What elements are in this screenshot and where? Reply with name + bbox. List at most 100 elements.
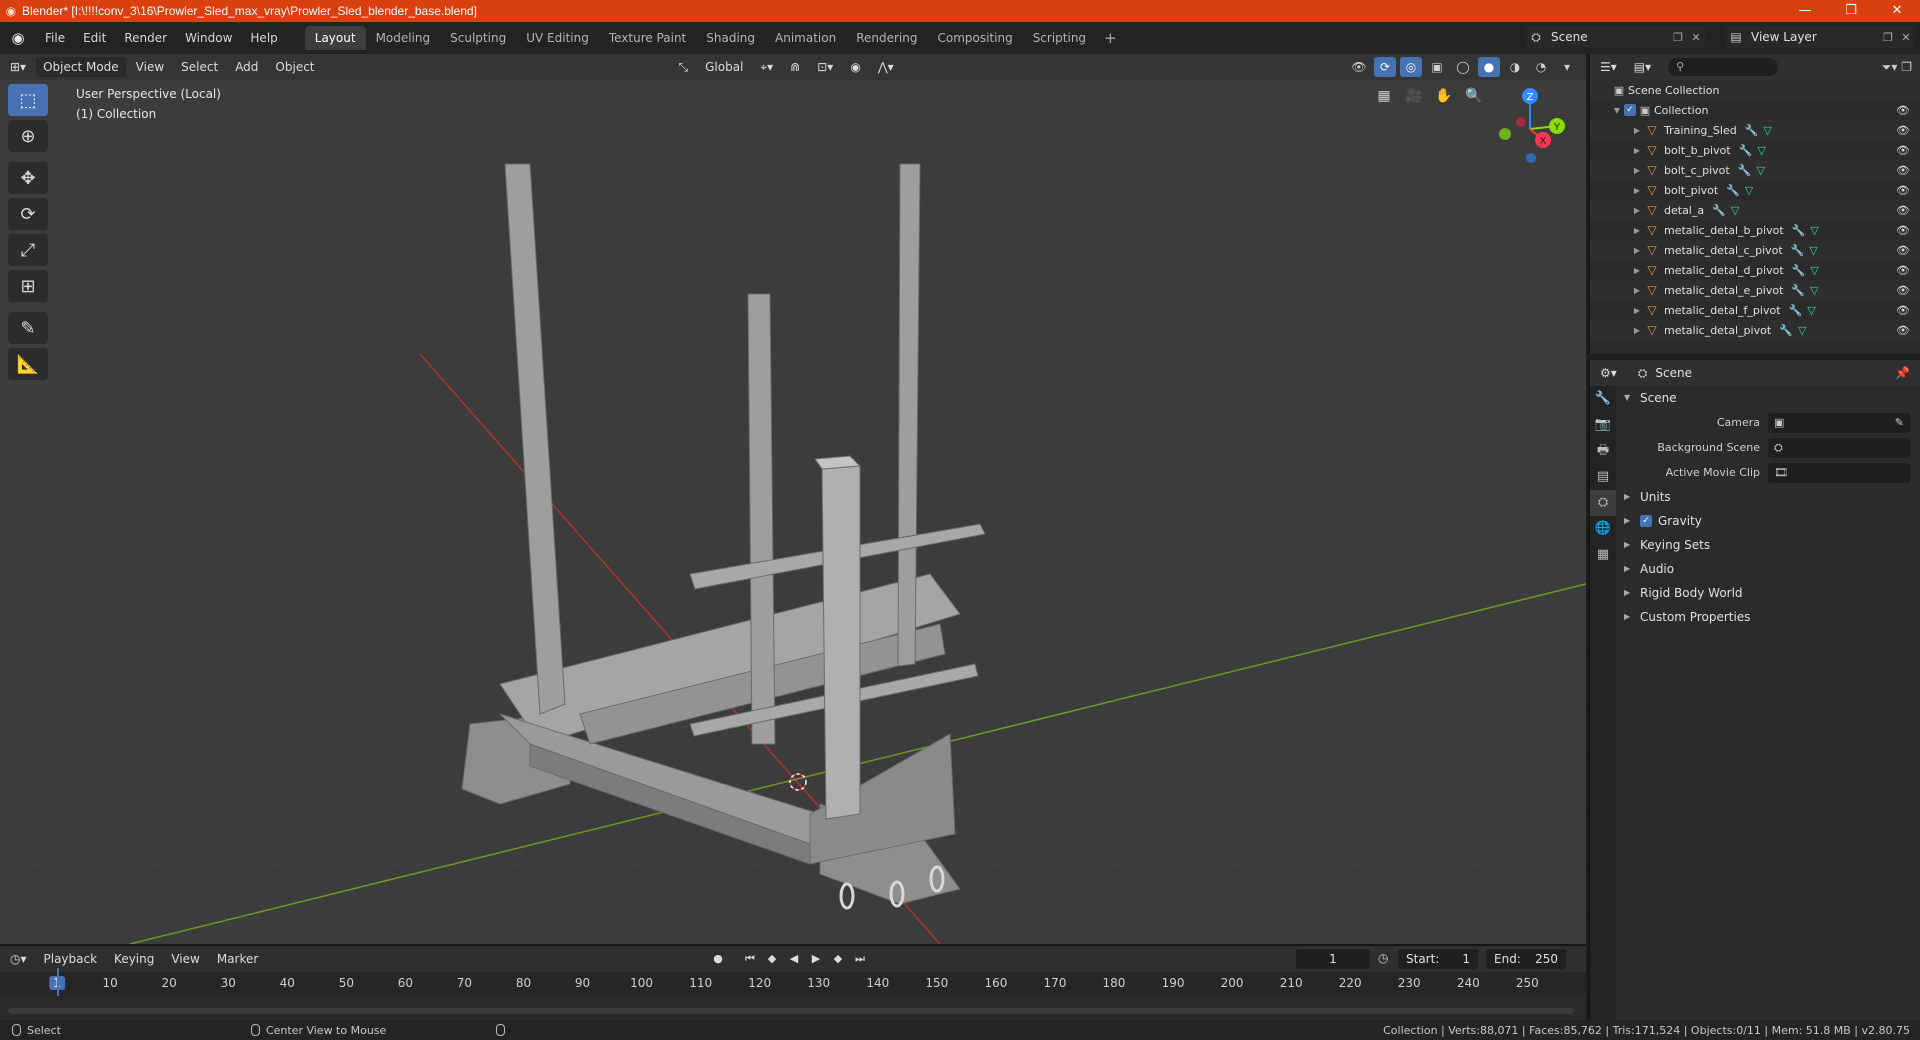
collection-expand-icon[interactable]: ▼ — [1610, 106, 1624, 115]
next-keyframe-icon[interactable]: ◆ — [828, 949, 848, 969]
outliner-object-row[interactable]: ▶ ▽ metalic_detal_f_pivot 🔧 ▽ 👁 — [1590, 300, 1920, 320]
display-mode-icon[interactable]: ▤▾ — [1627, 57, 1658, 77]
blender-menu-icon[interactable]: ◉ — [0, 29, 36, 47]
new-view-layer-icon[interactable]: ❐ — [1879, 31, 1897, 44]
zoom-icon[interactable]: 🔍 — [1462, 84, 1486, 108]
gizmo-neg-x-icon[interactable] — [1516, 117, 1526, 127]
object-name[interactable]: bolt_c_pivot — [1664, 164, 1730, 177]
overlay-toggle-icon[interactable]: ◎ — [1400, 57, 1422, 77]
outliner-object-row[interactable]: ▶ ▽ bolt_b_pivot 🔧 ▽ 👁 — [1590, 140, 1920, 160]
editor-type-icon[interactable]: ⊞▾ — [3, 57, 33, 77]
object-expand-icon[interactable]: ▶ — [1630, 126, 1644, 135]
outliner-object-row[interactable]: ▶ ▽ bolt_pivot 🔧 ▽ 👁 — [1590, 180, 1920, 200]
world-tab-icon[interactable]: 🌐 — [1590, 516, 1616, 542]
menu-file[interactable]: File — [36, 31, 74, 45]
cursor-icon[interactable]: ⊕ — [8, 120, 48, 152]
outliner-object-row[interactable]: ▶ ▽ bolt_c_pivot 🔧 ▽ 👁 — [1590, 160, 1920, 180]
object-name[interactable]: metalic_detal_c_pivot — [1664, 244, 1783, 257]
pin-icon[interactable]: 📌 — [1895, 366, 1910, 380]
outliner-object-row[interactable]: ▶ ▽ metalic_detal_e_pivot 🔧 ▽ 👁 — [1590, 280, 1920, 300]
outliner-object-row[interactable]: ▶ ▽ metalic_detal_c_pivot 🔧 ▽ 👁 — [1590, 240, 1920, 260]
rigid-body-world-panel-header[interactable]: ▶ Rigid Body World — [1618, 581, 1920, 605]
delete-scene-icon[interactable]: ✕ — [1687, 31, 1705, 44]
rotate-icon[interactable]: ⟳ — [8, 198, 48, 230]
object-expand-icon[interactable]: ▶ — [1630, 186, 1644, 195]
menu-keying[interactable]: Keying — [107, 949, 161, 969]
mesh-data-icon[interactable]: ▽ — [1810, 224, 1818, 237]
object-expand-icon[interactable]: ▶ — [1630, 146, 1644, 155]
record-icon[interactable]: ● — [708, 949, 728, 969]
visibility-icon[interactable]: 👁 — [1348, 57, 1370, 77]
timeline-editor-type-icon[interactable]: ◷▾ — [3, 949, 34, 969]
timeline-scrollbar[interactable] — [8, 1008, 1574, 1014]
modifier-wrench-icon[interactable]: 🔧 — [1712, 204, 1726, 217]
camera-icon[interactable]: 🎥 — [1402, 84, 1426, 108]
object-visibility-icon[interactable]: 👁 — [1896, 244, 1910, 257]
tab-texture-paint[interactable]: Texture Paint — [599, 26, 696, 50]
playhead[interactable] — [57, 968, 59, 996]
collection-exclude-checkbox[interactable]: ✓ — [1624, 104, 1636, 116]
3d-viewport[interactable]: ⊞▾ Object Mode View Select Add Object ⤡ … — [0, 54, 1586, 944]
outliner-search-input[interactable]: ⚲ — [1668, 58, 1779, 76]
tab-uv-editing[interactable]: UV Editing — [516, 26, 599, 50]
navigation-gizmo[interactable]: Z Y X — [1485, 84, 1575, 174]
modifier-wrench-icon[interactable]: 🔧 — [1792, 264, 1806, 277]
gravity-checkbox[interactable]: ✓ — [1640, 515, 1652, 527]
mesh-data-icon[interactable]: ▽ — [1757, 144, 1765, 157]
mesh-data-icon[interactable]: ▽ — [1756, 164, 1764, 177]
object-visibility-icon[interactable]: 👁 — [1896, 184, 1910, 197]
camera-field[interactable]: ▣ ✎ — [1768, 412, 1910, 433]
object-visibility-icon[interactable]: 👁 — [1896, 304, 1910, 317]
modifier-wrench-icon[interactable]: 🔧 — [1738, 164, 1752, 177]
view-layer-name[interactable]: View Layer — [1747, 30, 1879, 44]
tab-rendering[interactable]: Rendering — [846, 26, 927, 50]
transform-icon[interactable]: ⊞ — [8, 270, 48, 302]
tab-sculpting[interactable]: Sculpting — [440, 26, 516, 50]
tab-scripting[interactable]: Scripting — [1023, 26, 1096, 50]
viewport-scene[interactable] — [0, 54, 1586, 944]
pivot-point-icon[interactable]: ⌖▾ — [753, 57, 780, 77]
maximize-button[interactable]: ❐ — [1828, 0, 1874, 22]
mesh-data-icon[interactable]: ▽ — [1810, 264, 1818, 277]
mesh-data-icon[interactable]: ▽ — [1731, 204, 1739, 217]
minimize-button[interactable]: — — [1782, 0, 1828, 22]
mesh-data-icon[interactable]: ▽ — [1763, 124, 1771, 137]
menu-object[interactable]: Object — [268, 57, 321, 77]
modifier-wrench-icon[interactable]: 🔧 — [1792, 224, 1806, 237]
material-shading-icon[interactable]: ◑ — [1504, 57, 1526, 77]
preview-range-icon[interactable]: ◷ — [1378, 951, 1388, 965]
eyedropper-icon[interactable]: ✎ — [1895, 416, 1904, 429]
scene-tab-icon[interactable]: ⛭ — [1590, 490, 1616, 516]
object-name[interactable]: metalic_detal_d_pivot — [1664, 264, 1784, 277]
active-movie-clip-field[interactable]: 🎞 — [1768, 462, 1910, 483]
menu-render[interactable]: Render — [115, 31, 176, 45]
object-name[interactable]: metalic_detal_f_pivot — [1664, 304, 1781, 317]
gravity-panel-header[interactable]: ▶ ✓ Gravity — [1618, 509, 1920, 533]
scene-collection-row[interactable]: ▣ Scene Collection — [1590, 80, 1920, 100]
menu-edit[interactable]: Edit — [74, 31, 115, 45]
audio-panel-header[interactable]: ▶ Audio — [1618, 557, 1920, 581]
tab-compositing[interactable]: Compositing — [927, 26, 1022, 50]
output-tab-icon[interactable]: 🖶 — [1590, 438, 1616, 464]
end-frame-value[interactable]: 250 — [1535, 949, 1558, 969]
transform-orientation-icon[interactable]: ⤡ — [672, 57, 696, 77]
object-expand-icon[interactable]: ▶ — [1630, 246, 1644, 255]
mesh-data-icon[interactable]: ▽ — [1810, 284, 1818, 297]
collection-visibility-icon[interactable]: 👁 — [1896, 104, 1910, 117]
object-expand-icon[interactable]: ▶ — [1630, 326, 1644, 335]
object-expand-icon[interactable]: ▶ — [1630, 226, 1644, 235]
object-name[interactable]: bolt_b_pivot — [1664, 144, 1731, 157]
start-frame-value[interactable]: 1 — [1462, 949, 1470, 969]
modifier-wrench-icon[interactable]: 🔧 — [1745, 124, 1759, 137]
modifier-wrench-icon[interactable]: 🔧 — [1739, 144, 1753, 157]
scene-selector[interactable]: ⛭ Scene ❐ ✕ — [1525, 26, 1705, 48]
custom-properties-panel-header[interactable]: ▶ Custom Properties — [1618, 605, 1920, 629]
collection-row[interactable]: ▼ ✓ ▣ Collection 👁 — [1590, 100, 1920, 120]
delete-view-layer-icon[interactable]: ✕ — [1897, 31, 1915, 44]
rendered-shading-icon[interactable]: ◔ — [1530, 57, 1552, 77]
object-name[interactable]: detal_a — [1664, 204, 1704, 217]
keying-sets-panel-header[interactable]: ▶ Keying Sets — [1618, 533, 1920, 557]
outliner-object-row[interactable]: ▶ ▽ Training_Sled 🔧 ▽ 👁 — [1590, 120, 1920, 140]
mesh-data-icon[interactable]: ▽ — [1807, 304, 1815, 317]
menu-view[interactable]: View — [129, 57, 171, 77]
